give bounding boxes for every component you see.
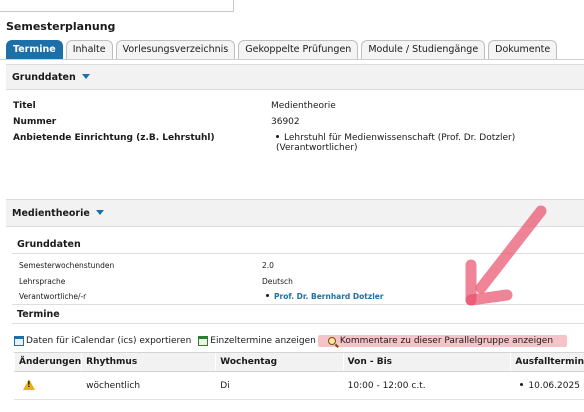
aenderung-cell xyxy=(13,371,82,400)
table-row: wöchentlich Di 10:00 - 12:00 c.t. 10.06.… xyxy=(13,371,584,400)
page-title: Semesterplanung xyxy=(6,20,116,33)
einrichtung-value: Lehrstuhl für Medienwissenschaft (Prof. … xyxy=(276,133,516,153)
grunddaten-section-toggle[interactable]: Grunddaten xyxy=(6,64,584,90)
grunddaten-header: Grunddaten xyxy=(12,72,76,83)
sws-value: 2.0 xyxy=(262,261,274,270)
tab-module-studiengaenge[interactable]: Module / Studiengänge xyxy=(361,40,486,59)
table-header-row: Änderungen Rhythmus Wochentag Von - Bis … xyxy=(13,352,584,372)
ausfalltermin-cell: 10.06.2025 xyxy=(510,371,584,400)
tab-divider xyxy=(0,59,584,60)
divider xyxy=(12,253,584,254)
lehrsprache-value: Deutsch xyxy=(262,277,293,286)
tab-bar: Termine Inhalte Vorlesungsverzeichnis Ge… xyxy=(6,40,558,59)
calendar-icon xyxy=(198,336,209,346)
col-wochentag[interactable]: Wochentag xyxy=(215,352,344,372)
warning-icon[interactable] xyxy=(23,378,35,390)
verantwortliche-value: Prof. Dr. Bernhard Dotzler xyxy=(266,292,384,301)
tab-vorlesungsverzeichnis[interactable]: Vorlesungsverzeichnis xyxy=(115,40,236,59)
action-bar: Daten für iCalendar (ics) exportieren Ei… xyxy=(14,334,574,348)
kommentare-button[interactable]: Kommentare zu dieser Parallelgruppe anze… xyxy=(317,335,568,347)
chevron-down-icon xyxy=(81,74,90,79)
col-rhythmus[interactable]: Rhythmus xyxy=(81,352,216,372)
dozent-link[interactable]: Prof. Dr. Bernhard Dotzler xyxy=(274,292,384,301)
nummer-label: Nummer xyxy=(13,117,57,127)
bullet-icon xyxy=(520,382,524,386)
top-search-box xyxy=(0,0,234,12)
medientheorie-header: Medientheorie xyxy=(12,208,90,219)
von-bis-cell: 10:00 - 12:00 c.t. xyxy=(342,371,511,400)
magnifier-icon xyxy=(327,337,336,345)
lehrsprache-label: Lehrsprache xyxy=(19,277,66,286)
tab-gekoppelte-pruefungen[interactable]: Gekoppelte Prüfungen xyxy=(238,40,359,59)
bullet-icon xyxy=(266,294,269,297)
einrichtung-label: Anbietende Einrichtung (z.B. Lehrstuhl) xyxy=(13,133,215,143)
einzeltermine-button[interactable]: Einzeltermine anzeigen xyxy=(198,336,316,346)
tab-inhalte[interactable]: Inhalte xyxy=(65,40,113,59)
divider xyxy=(12,304,584,305)
sws-label: Semesterwochenstunden xyxy=(19,261,115,270)
ical-export-button[interactable]: Daten für iCalendar (ics) exportieren xyxy=(14,336,191,346)
bullet-icon xyxy=(276,135,279,138)
titel-value: Medientheorie xyxy=(271,101,336,111)
col-ausfalltermin[interactable]: Ausfalltermin xyxy=(510,352,584,372)
divider xyxy=(12,323,584,324)
chevron-down-icon xyxy=(95,210,104,215)
tab-dokumente[interactable]: Dokumente xyxy=(488,40,558,59)
col-aenderungen[interactable]: Änderungen xyxy=(13,352,82,372)
col-von-bis[interactable]: Von - Bis xyxy=(342,352,511,372)
verantwortliche-label: Verantwortliche/-r xyxy=(19,292,87,301)
parallelgruppe-grunddaten-header: Grunddaten xyxy=(17,239,81,250)
nummer-value: 36902 xyxy=(271,117,300,127)
termine-header: Termine xyxy=(17,309,60,320)
medientheorie-section-toggle[interactable]: Medientheorie xyxy=(6,199,584,227)
wochentag-cell: Di xyxy=(215,371,344,400)
rhythmus-cell: wöchentlich xyxy=(81,371,216,400)
tab-termine[interactable]: Termine xyxy=(6,40,63,59)
calendar-export-icon xyxy=(14,336,24,346)
titel-label: Titel xyxy=(13,101,36,111)
termine-table: Änderungen Rhythmus Wochentag Von - Bis … xyxy=(13,352,584,400)
